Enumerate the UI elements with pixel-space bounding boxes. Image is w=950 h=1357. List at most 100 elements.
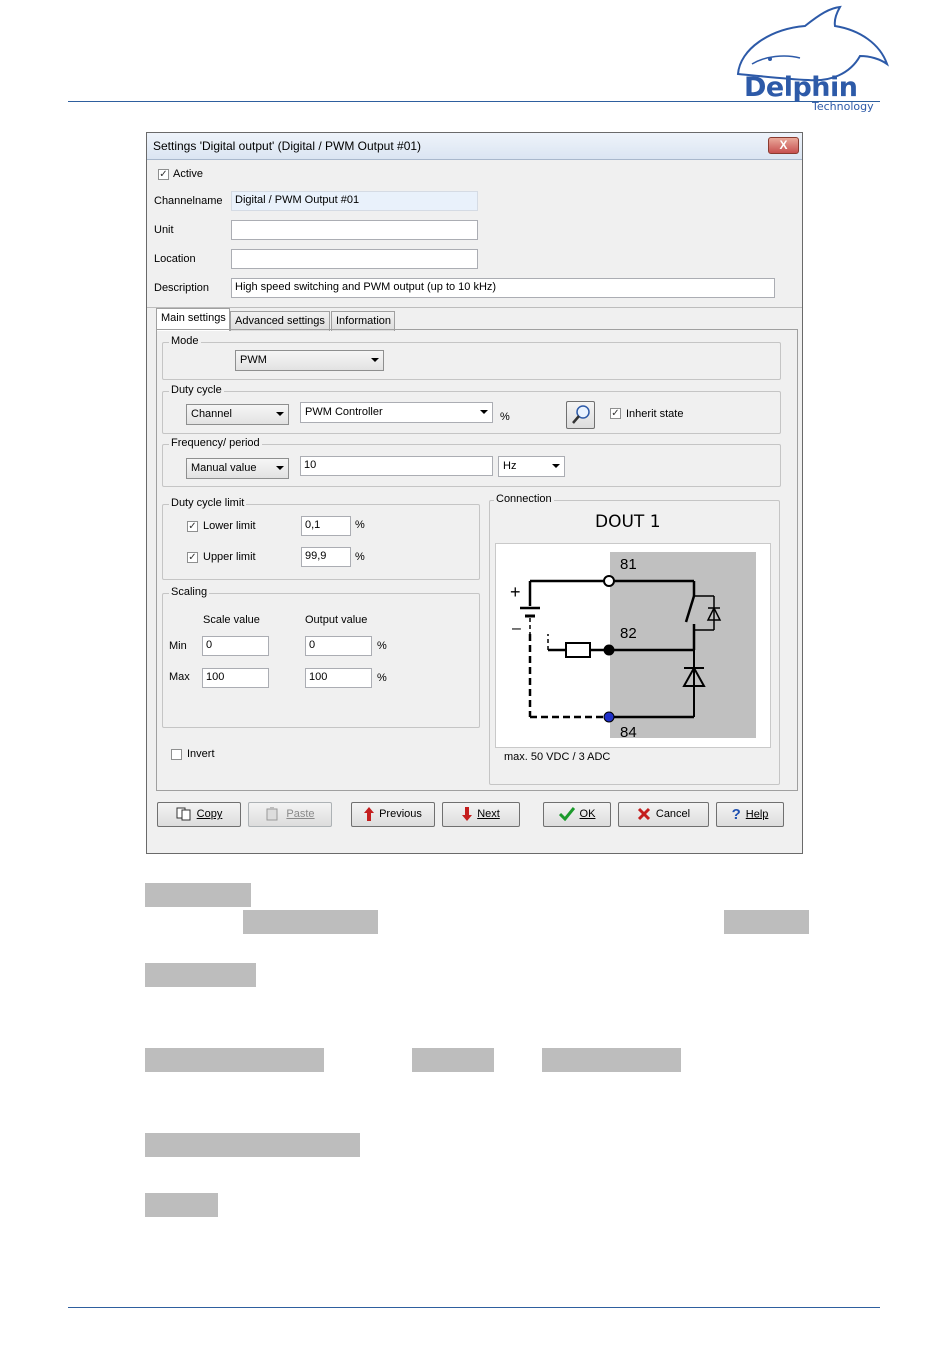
- separator: [147, 307, 802, 308]
- max-output-field[interactable]: 100: [305, 668, 372, 688]
- duty-channel-value: PWM Controller: [305, 406, 383, 418]
- upper-limit-label: Upper limit: [203, 551, 256, 563]
- terminal-82: [603, 644, 615, 656]
- redacted-block: [412, 1048, 494, 1072]
- redacted-block: [145, 963, 256, 987]
- location-label: Location: [154, 253, 196, 265]
- battery-plus: +: [510, 582, 521, 602]
- channelname-field[interactable]: Digital / PWM Output #01: [231, 191, 478, 211]
- chevron-down-icon: [371, 358, 379, 362]
- settings-dialog: Settings 'Digital output' (Digital / PWM…: [146, 132, 803, 854]
- scale-value-header: Scale value: [203, 614, 260, 626]
- paste-icon: [266, 807, 278, 821]
- active-label: Active: [173, 168, 203, 180]
- redacted-block: [145, 1193, 218, 1217]
- upper-limit-unit: %: [355, 551, 365, 563]
- chevron-down-icon: [276, 412, 284, 416]
- max-scale-field[interactable]: 100: [202, 668, 269, 688]
- chevron-down-icon: [480, 410, 488, 414]
- dialog-title: Settings 'Digital output' (Digital / PWM…: [153, 139, 422, 153]
- inherit-state-checkbox[interactable]: ✓: [610, 408, 621, 419]
- cancel-button[interactable]: Cancel: [618, 802, 709, 827]
- paste-label: Paste: [286, 808, 315, 820]
- duty-limit-title: Duty cycle limit: [169, 497, 247, 509]
- location-field[interactable]: [231, 249, 478, 269]
- question-icon: ?: [731, 806, 741, 823]
- pin-82-label: 82: [620, 625, 637, 642]
- pin-84-label: 84: [620, 724, 637, 741]
- scaling-title: Scaling: [169, 586, 210, 598]
- redacted-block: [724, 910, 809, 934]
- lower-limit-label: Lower limit: [203, 520, 256, 532]
- check-icon: [558, 807, 575, 822]
- help-label: Help: [745, 808, 769, 821]
- max-output-unit: %: [377, 672, 387, 684]
- copy-button[interactable]: Copy: [157, 802, 241, 827]
- chevron-down-icon: [552, 464, 560, 468]
- upper-limit-field[interactable]: 99,9: [301, 547, 351, 567]
- tab-main-settings[interactable]: Main settings: [156, 308, 230, 331]
- duty-source-select[interactable]: Channel: [186, 404, 289, 425]
- frequency-source-value: Manual value: [191, 462, 257, 474]
- redacted-block: [145, 1048, 324, 1072]
- redacted-block: [542, 1048, 681, 1072]
- tab-advanced-settings[interactable]: Advanced settings: [230, 311, 330, 331]
- inherit-state-label: Inherit state: [626, 408, 684, 420]
- connection-title: Connection: [494, 493, 554, 505]
- channelname-label: Channelname: [154, 195, 223, 207]
- duty-cycle-title: Duty cycle: [169, 384, 224, 396]
- paste-button[interactable]: Paste: [248, 802, 332, 827]
- magnifier-icon: [571, 405, 590, 424]
- arrow-up-icon: [364, 807, 375, 822]
- delphin-logo: Delphin Technology: [730, 4, 890, 113]
- frequency-unit-value: Hz: [503, 460, 517, 472]
- terminal-81: [603, 575, 615, 587]
- active-checkbox[interactable]: ✓: [158, 169, 169, 180]
- browse-channel-button[interactable]: [566, 401, 595, 429]
- redacted-block: [145, 1133, 360, 1157]
- invert-label: Invert: [187, 748, 215, 760]
- redacted-block: [145, 883, 251, 907]
- lower-limit-unit: %: [355, 519, 365, 531]
- close-button[interactable]: X: [768, 137, 799, 154]
- previous-label: Previous: [379, 808, 422, 820]
- output-value-header: Output value: [305, 614, 368, 626]
- cancel-label: Cancel: [655, 808, 691, 820]
- title-bar: Settings 'Digital output' (Digital / PWM…: [147, 133, 802, 160]
- duty-unit: %: [500, 411, 510, 423]
- description-label: Description: [154, 282, 210, 294]
- frequency-source-select[interactable]: Manual value: [186, 458, 289, 479]
- mode-value: PWM: [240, 354, 267, 366]
- unit-label: Unit: [154, 224, 174, 236]
- upper-limit-checkbox[interactable]: ✓: [187, 552, 198, 563]
- tab-information[interactable]: Information: [331, 311, 395, 331]
- battery-minus: –: [512, 620, 521, 637]
- frequency-value-field[interactable]: 10: [300, 456, 493, 476]
- duty-channel-select[interactable]: PWM Controller: [300, 402, 493, 423]
- wiring-diagram: + – 81 82 84: [495, 543, 771, 748]
- description-field[interactable]: High speed switching and PWM output (up …: [231, 278, 775, 298]
- frequency-title: Frequency/ period: [169, 437, 262, 449]
- cross-icon: [637, 808, 650, 821]
- mode-select[interactable]: PWM: [235, 350, 384, 371]
- ok-button[interactable]: OK: [543, 802, 611, 827]
- duty-source-value: Channel: [191, 408, 232, 420]
- lower-limit-field[interactable]: 0,1: [301, 516, 351, 536]
- previous-button[interactable]: Previous: [351, 802, 435, 827]
- min-scale-field[interactable]: 0: [202, 636, 269, 656]
- help-button[interactable]: ? Help: [716, 802, 784, 827]
- copy-icon: [176, 807, 191, 821]
- invert-checkbox[interactable]: [171, 749, 182, 760]
- next-button[interactable]: Next: [442, 802, 520, 827]
- circuit-diagram: [520, 552, 756, 738]
- logo-name: Delphin: [744, 72, 858, 103]
- min-output-field[interactable]: 0: [305, 636, 372, 656]
- unit-field[interactable]: [231, 220, 478, 240]
- min-output-unit: %: [377, 640, 387, 652]
- lower-limit-checkbox[interactable]: ✓: [187, 521, 198, 532]
- frequency-unit-select[interactable]: Hz: [498, 456, 565, 477]
- redacted-block: [243, 910, 378, 934]
- ok-label: OK: [579, 808, 596, 820]
- max-label: Max: [169, 671, 190, 683]
- connection-heading: DOUT 1: [595, 512, 661, 532]
